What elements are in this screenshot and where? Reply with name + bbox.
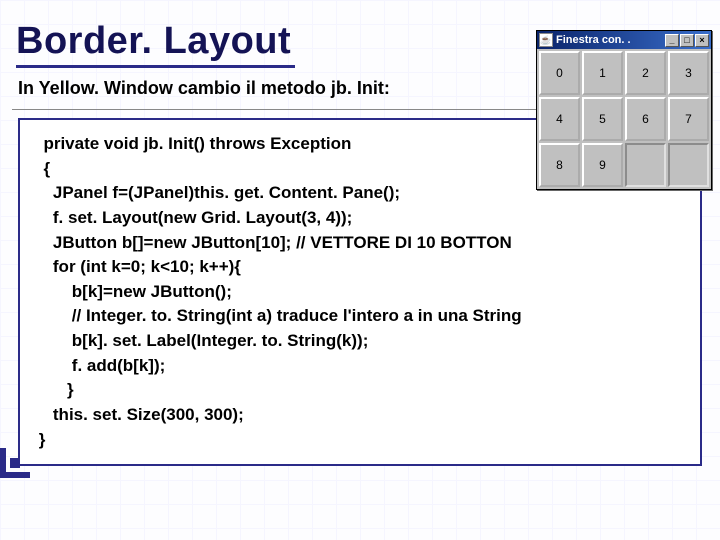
window-titlebar: ☕ Finestra con. . _ □ × [537,31,711,49]
title-underline: Border. Layout [16,20,295,68]
grid-button[interactable]: 4 [539,97,580,141]
grid-button[interactable]: 3 [668,51,709,95]
slide: ☕ Finestra con. . _ □ × 0 1 2 3 4 5 6 7 … [0,0,720,478]
grid-button[interactable]: 5 [582,97,623,141]
window-control-buttons: _ □ × [665,34,709,47]
window-title: Finestra con. . [556,34,662,46]
minimize-button[interactable]: _ [665,34,679,47]
close-button[interactable]: × [695,34,709,47]
grid-button[interactable]: 7 [668,97,709,141]
corner-decoration [0,436,42,478]
maximize-button[interactable]: □ [680,34,694,47]
grid-button[interactable]: 8 [539,143,580,187]
grid-empty-cell [668,143,709,187]
grid-empty-cell [625,143,666,187]
java-cup-icon: ☕ [539,33,553,47]
grid-layout-panel: 0 1 2 3 4 5 6 7 8 9 [537,49,711,189]
java-swing-window: ☕ Finestra con. . _ □ × 0 1 2 3 4 5 6 7 … [536,30,712,190]
page-title: Border. Layout [16,20,295,65]
grid-button[interactable]: 1 [582,51,623,95]
grid-button[interactable]: 0 [539,51,580,95]
grid-button[interactable]: 9 [582,143,623,187]
grid-button[interactable]: 2 [625,51,666,95]
grid-button[interactable]: 6 [625,97,666,141]
